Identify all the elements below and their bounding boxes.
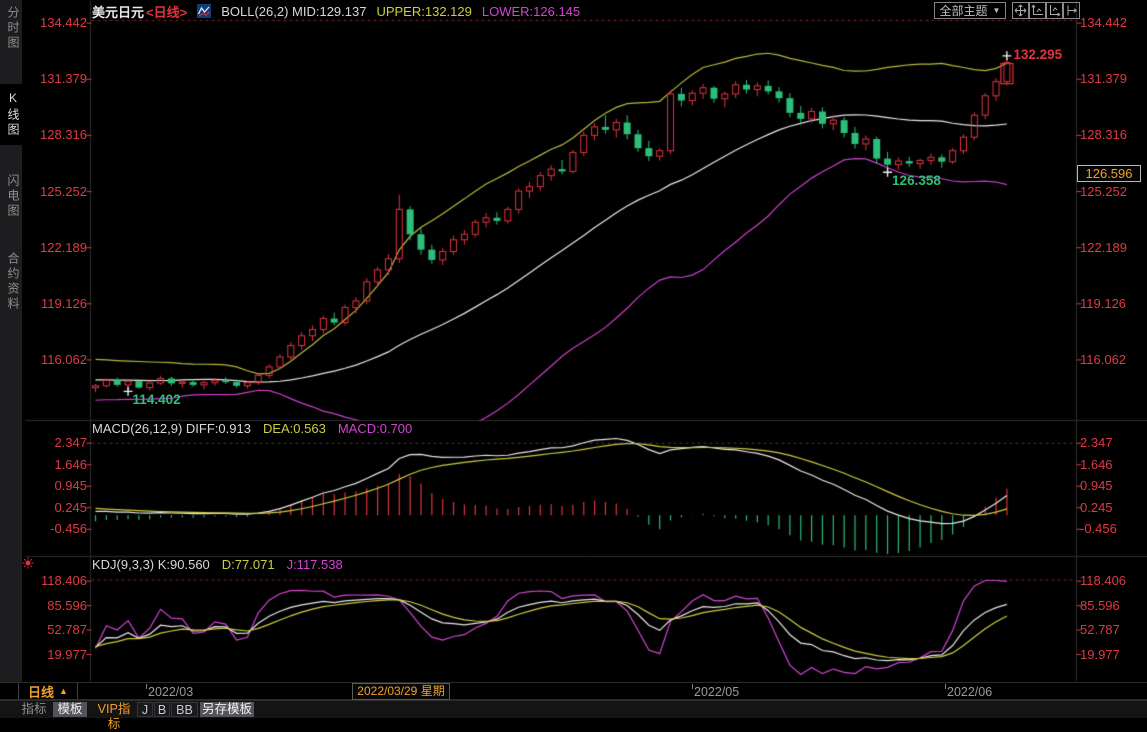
axis-label: 128.316 [1080, 127, 1127, 142]
axis-label: 116.062 [25, 352, 87, 367]
sidebar-tab-2[interactable]: K线图 [0, 84, 22, 145]
axis-label: 131.379 [25, 71, 87, 86]
triangle-up-icon: ▲ [59, 686, 68, 696]
price-annotation: 126.358 [892, 173, 941, 188]
toolbar-item-4[interactable]: J [137, 702, 153, 717]
axis-label: 85.596 [1080, 598, 1120, 613]
axis-label: 19.977 [25, 647, 87, 662]
toolbar-item-6[interactable]: BB [171, 702, 198, 717]
crosshair-move-icon[interactable] [1012, 2, 1029, 19]
x-axis-scale-icon[interactable] [1046, 2, 1063, 19]
period-selector-label: 日线 [28, 682, 54, 701]
date-axis: 日线 ▲ 2022/03 2022/05 2022/06 2022/03/29 星期… [0, 682, 1147, 700]
macd-dea-legend: DEA:0.563 [263, 421, 326, 435]
toolbar-item-1[interactable]: 指标 [16, 702, 52, 717]
axis-label: 1.646 [1080, 457, 1113, 472]
chevron-down-icon: ▼ [993, 7, 1001, 15]
kdj-d-legend: D:77.071 [222, 557, 275, 571]
axis-label: 125.252 [25, 184, 87, 199]
theme-dropdown-label: 全部主题 [940, 2, 988, 19]
axis-label: 0.945 [25, 478, 87, 493]
chart-plot-area[interactable] [91, 17, 1076, 681]
toolbar-item-2[interactable]: 模板 [53, 702, 87, 717]
symbol-period: <日线> [146, 5, 187, 20]
axis-label: 0.945 [1080, 478, 1113, 493]
month-label: 2022/06 [947, 685, 992, 699]
kdj-k-legend: KDJ(9,3,3) K:90.560 [92, 557, 210, 571]
sidebar-tab-1[interactable]: 分时图 [0, 6, 22, 51]
axis-label: 119.126 [1080, 296, 1126, 311]
axis-label: 2.347 [1080, 435, 1113, 450]
axis-label: 131.379 [1080, 71, 1127, 86]
axis-price-box: 126.596 [1077, 165, 1141, 182]
axis-label: -0.456 [25, 521, 87, 536]
toolbar-item-7[interactable]: 另存模板 [200, 702, 254, 717]
axis-label: 125.252 [1080, 184, 1127, 199]
axis-label: 0.245 [1080, 500, 1113, 515]
symbol-title: 美元日元<日线> [92, 2, 187, 21]
month-label: 2022/03 [148, 685, 193, 699]
theme-dropdown-button[interactable]: 全部主题 ▼ [934, 2, 1006, 19]
axis-label: 116.062 [1080, 352, 1126, 367]
axis-label: 19.977 [1080, 647, 1120, 662]
macd-panel-header: MACD(26,12,9) DIFF:0.913 DEA:0.563 MACD:… [92, 421, 412, 435]
axis-label: 134.442 [1080, 15, 1127, 30]
price-annotation: 114.402 [133, 392, 181, 407]
boll-legend: BOLL(26,2) MID:129.137 [221, 4, 366, 19]
axis-label: 128.316 [25, 127, 87, 142]
sidebar: 分时图 K线图闪电图合约资料 [0, 0, 22, 682]
axis-label: 118.406 [25, 573, 87, 588]
axis-label: 52.787 [25, 622, 87, 637]
axis-label: 85.596 [25, 598, 87, 613]
toolbar-item-3[interactable]: VIP指标 [92, 702, 136, 717]
y-axis-scale-icon[interactable] [1029, 2, 1046, 19]
indicator-alert-icon[interactable] [22, 557, 34, 569]
bottom-toolbar: 指标模板VIP指标JBBB另存模板 [0, 700, 1147, 718]
month-tick [146, 684, 147, 689]
axis-label: 2.347 [25, 435, 87, 450]
symbol-name: 美元日元 [92, 5, 144, 20]
axis-label: 119.126 [25, 296, 87, 311]
axis-label: 122.189 [1080, 240, 1127, 255]
boll-upper-legend: UPPER:132.129 [376, 4, 471, 19]
axis-label: 52.787 [1080, 622, 1120, 637]
kdj-panel-header: KDJ(9,3,3) K:90.560 D:77.071 J:117.538 [92, 557, 343, 571]
sidebar-tab-3[interactable]: 闪电图 [0, 174, 22, 219]
month-tick [945, 684, 946, 689]
shift-right-icon[interactable] [1063, 2, 1080, 19]
axis-label: 0.245 [25, 500, 87, 515]
price-annotation: 132.295 [1013, 47, 1062, 62]
axis-label: -0.456 [1080, 521, 1117, 536]
axis-label: 1.646 [25, 457, 87, 472]
toolbar-item-5[interactable]: B [154, 702, 170, 717]
macd-legend: MACD(26,12,9) DIFF:0.913 [92, 421, 251, 435]
chart-header: 美元日元<日线> BOLL(26,2) MID:129.137 UPPER:13… [92, 3, 580, 19]
axis-label: 122.189 [25, 240, 87, 255]
month-label: 2022/05 [694, 685, 739, 699]
axis-label: 118.406 [1080, 573, 1126, 588]
indicator-icon [197, 4, 211, 18]
axis-label: 134.442 [25, 15, 87, 30]
month-tick [692, 684, 693, 689]
boll-lower-legend: LOWER:126.145 [482, 4, 580, 19]
crosshair-date-box: 2022/03/29 星期二 [352, 683, 450, 700]
sidebar-tab-4[interactable]: 合约资料 [0, 252, 22, 312]
period-selector[interactable]: 日线 ▲ [18, 683, 78, 699]
macd-macd-legend: MACD:0.700 [338, 421, 412, 435]
kdj-j-legend: J:117.538 [287, 557, 343, 571]
